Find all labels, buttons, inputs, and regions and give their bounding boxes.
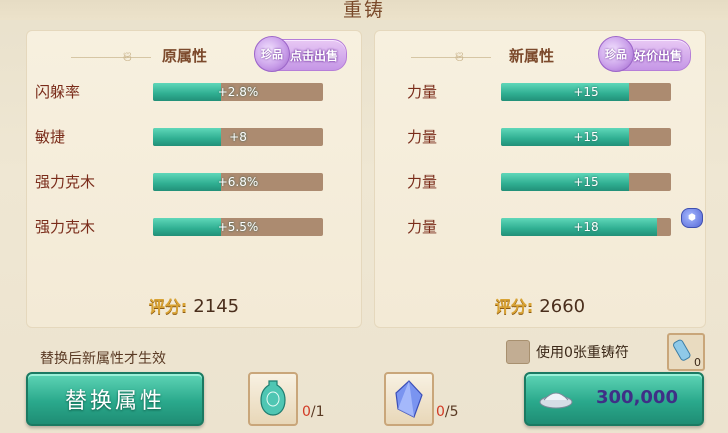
score-label: 评分: — [494, 297, 534, 316]
locked-badge-icon: ⬢ — [681, 208, 703, 228]
sell-button-label: 好价出售 — [634, 48, 683, 63]
window-title: 重铸 — [342, 0, 385, 21]
curl-ornament-icon: ଞ — [455, 49, 464, 65]
sell-button[interactable]: 珍品 点击出售 — [254, 36, 348, 72]
stat-label: 力量 — [407, 128, 438, 146]
stat-label: 强力克木 — [35, 173, 96, 191]
original-attributes-title: 原属性 — [162, 47, 208, 65]
vase-current: 0 — [302, 404, 311, 420]
scroll-count: 0 — [694, 356, 701, 369]
replace-attributes-button[interactable]: 替换属性 — [26, 372, 204, 426]
rare-gem-icon: 珍品 — [254, 36, 290, 72]
stat-row: 强力克木 +6.8% — [27, 171, 361, 193]
panel-header: ଞ 原属性 珍品 点击出售 — [27, 36, 361, 72]
stat-bar: +8 — [153, 128, 323, 146]
stat-bar: +15 — [501, 83, 671, 101]
vase-count: 0/1 — [302, 404, 325, 420]
new-attributes-panel: ଞ 新属性 珍品 好价出售 力量 +15 力量 +15 力量 +15 力量 +1… — [374, 30, 706, 328]
crystal-required: /5 — [444, 404, 459, 420]
use-scroll-checkbox[interactable] — [506, 340, 530, 364]
stat-value: +2.8% — [217, 85, 259, 99]
recast-cost: 300,000 — [596, 387, 678, 408]
stat-value: +6.8% — [217, 175, 259, 189]
stat-value: +15 — [573, 85, 599, 99]
stat-row: 力量 +15 — [375, 171, 705, 193]
stat-bar: +5.5% — [153, 218, 323, 236]
stat-row: 闪躲率 +2.8% — [27, 81, 361, 103]
stat-label: 闪躲率 — [35, 83, 81, 101]
vase-item-slot[interactable] — [248, 372, 298, 426]
stat-bar: +15 — [501, 173, 671, 191]
stat-label: 力量 — [407, 83, 438, 101]
divider — [411, 57, 491, 58]
title-strip: 重铸 — [0, 0, 728, 21]
stat-label: 力量 — [407, 173, 438, 191]
stat-value: +5.5% — [217, 220, 259, 234]
stat-label: 力量 — [407, 218, 438, 236]
stat-label: 强力克木 — [35, 218, 96, 236]
stat-bar: +18 — [501, 218, 671, 236]
crystal-current: 0 — [436, 404, 445, 420]
recast-scroll-slot[interactable]: 0 — [667, 333, 705, 371]
stat-row: 力量 +18 ⬢ — [375, 208, 705, 238]
stat-row: 力量 +15 — [375, 81, 705, 103]
vase-required: /1 — [310, 404, 325, 420]
score-value: 2660 — [539, 296, 586, 317]
recast-cost-button[interactable]: 300,000 — [524, 372, 704, 426]
stat-row: 力量 +15 — [375, 126, 705, 148]
stat-row: 敏捷 +8 — [27, 126, 361, 148]
score-value: 2145 — [193, 296, 240, 317]
original-attributes-panel: ଞ 原属性 珍品 点击出售 闪躲率 +2.8% 敏捷 +8 强力克木 +6.8%… — [26, 30, 362, 328]
score: 评分: 2145 — [27, 293, 361, 317]
panel-header: ଞ 新属性 珍品 好价出售 — [375, 36, 705, 72]
score: 评分: 2660 — [375, 293, 705, 317]
use-scroll-option[interactable]: 使用0张重铸符 — [506, 340, 629, 364]
rare-gem-icon: 珍品 — [598, 36, 634, 72]
stat-bar: +15 — [501, 128, 671, 146]
crystal-count: 0/5 — [436, 404, 459, 420]
vase-icon — [260, 380, 286, 416]
stat-value: +15 — [573, 175, 599, 189]
stat-bar: +2.8% — [153, 83, 323, 101]
score-label: 评分: — [148, 297, 188, 316]
stat-value: +8 — [229, 130, 247, 144]
stat-bar: +6.8% — [153, 173, 323, 191]
sell-button[interactable]: 珍品 好价出售 — [598, 36, 692, 72]
silver-ingot-icon — [539, 392, 573, 409]
stat-value: +15 — [573, 130, 599, 144]
stat-row: 强力克木 +5.5% — [27, 216, 361, 238]
curl-ornament-icon: ଞ — [123, 49, 132, 65]
divider — [71, 57, 151, 58]
stat-label: 敏捷 — [35, 128, 66, 146]
crystal-icon — [395, 380, 423, 418]
new-attributes-title: 新属性 — [509, 47, 555, 65]
sell-button-label: 点击出售 — [290, 48, 339, 63]
use-scroll-label: 使用0张重铸符 — [536, 345, 629, 361]
crystal-item-slot[interactable] — [384, 372, 434, 426]
replace-hint: 替换后新属性才生效 — [40, 351, 166, 367]
stat-value: +18 — [573, 220, 599, 234]
